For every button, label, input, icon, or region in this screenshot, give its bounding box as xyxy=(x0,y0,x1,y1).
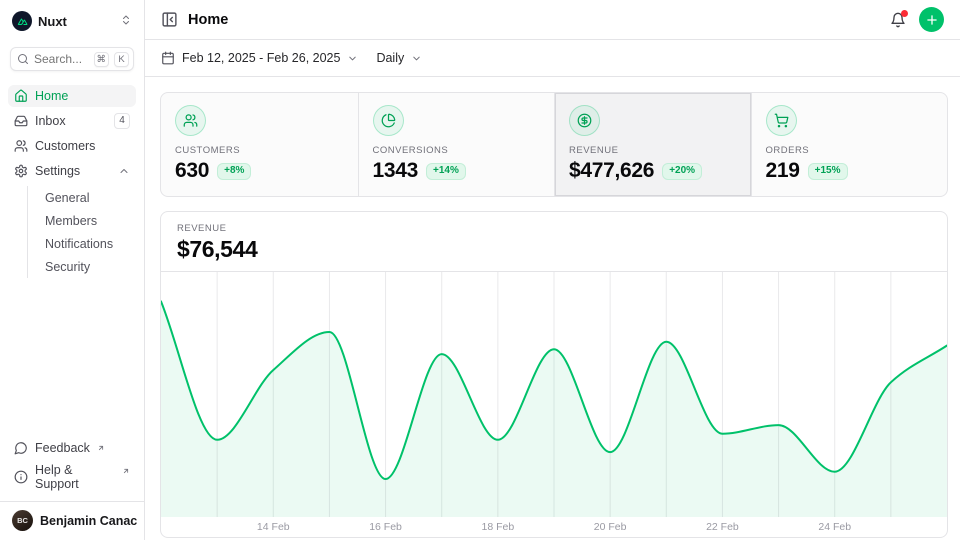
top-header: Home xyxy=(145,0,960,40)
chevron-up-icon xyxy=(118,165,130,177)
sidebar-footer-links: Feedback Help & Support xyxy=(8,437,136,501)
plus-icon xyxy=(925,13,939,27)
sidebar-item-notifications[interactable]: Notifications xyxy=(28,232,136,255)
sidebar-item-settings[interactable]: Settings xyxy=(8,160,136,182)
date-range-value: Feb 12, 2025 - Feb 26, 2025 xyxy=(182,51,340,65)
content: CUSTOMERS 630 +8% CONVERSIONS 1343 +14% xyxy=(145,77,960,540)
users-icon xyxy=(175,105,206,136)
stat-value: 1343 xyxy=(373,159,419,183)
chart-series-label: REVENUE xyxy=(177,223,931,234)
delta-badge: +14% xyxy=(426,163,466,180)
add-button[interactable] xyxy=(919,7,944,32)
stat-value: 219 xyxy=(766,159,800,183)
panel-left-close-icon[interactable] xyxy=(161,11,178,28)
circle-dollar-icon xyxy=(569,105,600,136)
stat-card-conversions[interactable]: CONVERSIONS 1343 +14% xyxy=(358,93,555,196)
stat-label: CUSTOMERS xyxy=(175,145,344,156)
workspace-name: Nuxt xyxy=(38,14,67,29)
kbd-cmd: ⌘ xyxy=(94,52,110,67)
avatar: BC xyxy=(12,510,33,531)
main-area: Home Feb 12, 2025 - Feb 26, 2025 xyxy=(145,0,960,540)
chevron-down-icon xyxy=(411,53,422,64)
external-link-icon xyxy=(122,464,130,478)
stat-card-orders[interactable]: ORDERS 219 +15% xyxy=(751,93,948,196)
chart-pie-icon xyxy=(373,105,404,136)
feedback-label: Feedback xyxy=(35,441,90,455)
sidebar-item-label: Settings xyxy=(35,164,80,178)
x-tick-label: 20 Feb xyxy=(594,521,627,533)
period-value: Daily xyxy=(376,51,404,65)
x-tick-label: 24 Feb xyxy=(818,521,851,533)
feedback-link[interactable]: Feedback xyxy=(8,437,136,458)
calendar-icon xyxy=(161,51,175,65)
settings-sub-list: General Members Notifications Security xyxy=(27,186,136,278)
period-select[interactable]: Daily xyxy=(376,51,422,65)
inbox-icon xyxy=(14,114,28,128)
stat-label: CONVERSIONS xyxy=(373,145,541,156)
sidebar-item-home[interactable]: Home xyxy=(8,85,136,107)
user-name: Benjamin Canac xyxy=(40,514,137,528)
stats-grid: CUSTOMERS 630 +8% CONVERSIONS 1343 +14% xyxy=(160,92,948,197)
search-icon xyxy=(17,53,29,65)
notifications-button[interactable] xyxy=(890,12,906,28)
delta-badge: +8% xyxy=(217,163,251,180)
page-title: Home xyxy=(188,12,228,28)
revenue-chart-card: REVENUE $76,544 14 Feb 16 Feb 18 Feb 20 Feb… xyxy=(160,211,948,538)
message-circle-icon xyxy=(14,441,28,455)
sidebar-item-label: Home xyxy=(35,89,68,103)
dashboard-app: Nuxt ⌘ K Home Inb xyxy=(0,0,960,540)
chart-current-value: $76,544 xyxy=(177,236,931,263)
delta-badge: +15% xyxy=(808,163,848,180)
notification-dot xyxy=(901,10,908,17)
revenue-area-chart[interactable] xyxy=(161,272,947,517)
stat-label: REVENUE xyxy=(569,145,737,156)
x-tick-label: 14 Feb xyxy=(257,521,290,533)
info-circle-icon xyxy=(14,470,28,484)
stat-card-revenue[interactable]: REVENUE $477,626 +20% xyxy=(554,93,751,196)
chevrons-up-down-icon xyxy=(120,14,132,29)
gear-icon xyxy=(14,164,28,178)
help-support-label: Help & Support xyxy=(35,463,115,491)
chart-header: REVENUE $76,544 xyxy=(161,212,947,272)
user-menu[interactable]: BC Benjamin Canac xyxy=(0,501,144,540)
nuxt-logo-icon xyxy=(12,11,32,31)
help-support-link[interactable]: Help & Support xyxy=(8,460,136,494)
sidebar-item-customers[interactable]: Customers xyxy=(8,135,136,157)
search-input[interactable]: ⌘ K xyxy=(10,47,134,71)
x-tick-label: 16 Feb xyxy=(369,521,402,533)
chart-x-axis: 14 Feb 16 Feb 18 Feb 20 Feb 22 Feb 24 Feb xyxy=(161,517,947,537)
sidebar-nav: Home Inbox 4 Customers Settings xyxy=(8,85,136,278)
workspace-switcher[interactable]: Nuxt xyxy=(8,8,136,34)
kbd-k: K xyxy=(114,52,129,67)
x-tick-label: 18 Feb xyxy=(481,521,514,533)
area-chart-svg xyxy=(161,272,947,517)
stat-label: ORDERS xyxy=(766,145,934,156)
external-link-icon xyxy=(97,441,105,455)
date-range-picker[interactable]: Feb 12, 2025 - Feb 26, 2025 xyxy=(161,51,358,65)
shopping-cart-icon xyxy=(766,105,797,136)
sidebar-item-general[interactable]: General xyxy=(28,186,136,209)
sidebar-item-members[interactable]: Members xyxy=(28,209,136,232)
stat-value: 630 xyxy=(175,159,209,183)
sidebar-item-label: Inbox xyxy=(35,114,66,128)
stat-value: $477,626 xyxy=(569,159,654,183)
sidebar-item-inbox[interactable]: Inbox 4 xyxy=(8,110,136,132)
delta-badge: +20% xyxy=(662,163,702,180)
chevron-down-icon xyxy=(347,53,358,64)
filters-toolbar: Feb 12, 2025 - Feb 26, 2025 Daily xyxy=(145,40,960,77)
sidebar: Nuxt ⌘ K Home Inb xyxy=(0,0,145,540)
sidebar-item-label: Customers xyxy=(35,139,95,153)
inbox-count-badge: 4 xyxy=(114,113,130,129)
users-icon xyxy=(14,139,28,153)
search-field[interactable] xyxy=(34,52,86,66)
home-icon xyxy=(14,89,28,103)
sidebar-item-security[interactable]: Security xyxy=(28,255,136,278)
x-tick-label: 22 Feb xyxy=(706,521,739,533)
stat-card-customers[interactable]: CUSTOMERS 630 +8% xyxy=(161,93,358,196)
